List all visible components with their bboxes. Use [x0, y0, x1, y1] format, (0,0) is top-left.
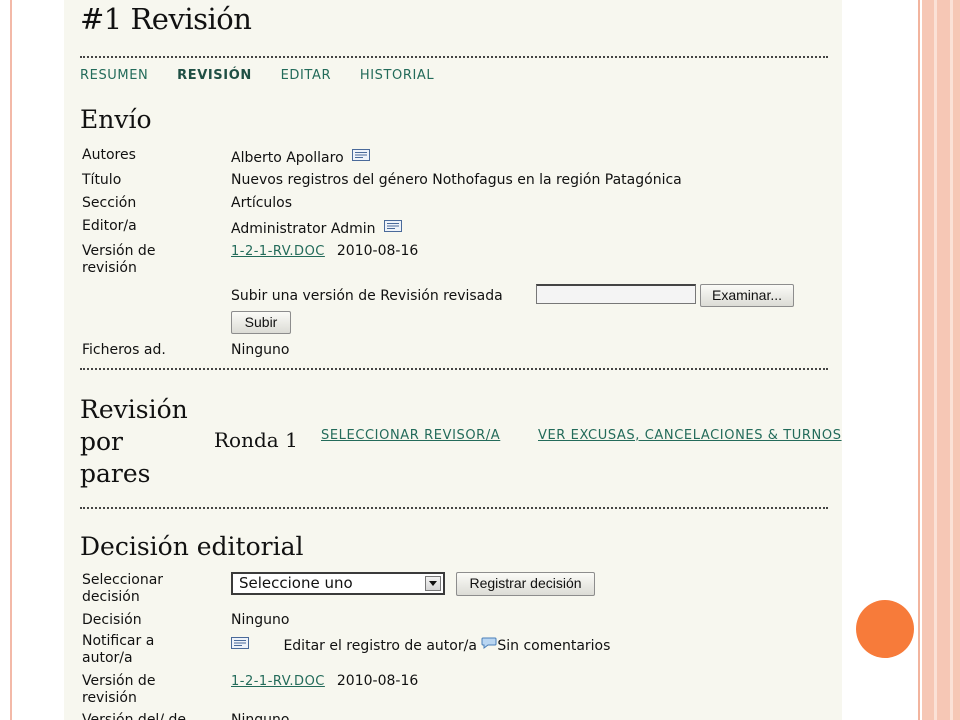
- autores-value: Alberto Apollaro: [231, 149, 371, 167]
- titulo-value: Nuevos registros del género Nothofagus e…: [231, 172, 682, 188]
- decision-revision-file-date: 2010-08-16: [336, 673, 419, 689]
- edit-author-log-link[interactable]: Editar el registro de autor/a: [283, 638, 476, 654]
- upload-submit-button[interactable]: Subir: [231, 311, 291, 334]
- tab-resumen[interactable]: RESUMEN: [80, 68, 148, 83]
- comments-status: Sin comentarios: [497, 638, 611, 654]
- editor-label: Editor/a: [82, 218, 137, 234]
- decision-label: Decisión: [82, 612, 142, 628]
- editor-value: Administrator Admin: [231, 220, 402, 238]
- peer-review-heading-line-3: pares: [80, 459, 151, 488]
- select-reviewer-link[interactable]: SELECCIONAR REVISOR/A: [321, 428, 500, 443]
- email-icon[interactable]: [352, 149, 371, 161]
- decision-value: Ninguno: [231, 612, 290, 628]
- slide-frame-left: [0, 0, 12, 720]
- email-icon[interactable]: [383, 220, 402, 232]
- tab-historial[interactable]: HISTORIAL: [360, 68, 434, 83]
- select-decision-label: Seleccionar decisión: [82, 572, 164, 605]
- decision-version-value: 1-2-1-RV.DOC 2010-08-16: [231, 673, 418, 690]
- cutoff-value: Ninguno: [231, 712, 290, 720]
- excuses-link[interactable]: VER EXCUSAS, CANCELACIONES & TURNOS: [538, 428, 842, 443]
- version-label: Versión de revisión: [82, 243, 156, 276]
- file-upload-input[interactable]: [536, 284, 696, 304]
- register-decision-button[interactable]: Registrar decisión: [456, 572, 595, 596]
- seccion-value: Artículos: [231, 195, 293, 211]
- review-round: Ronda 1: [214, 428, 298, 452]
- tab-revision[interactable]: REVISIÓN: [177, 68, 252, 83]
- email-icon[interactable]: [231, 637, 249, 649]
- seccion-label: Sección: [82, 195, 137, 211]
- tab-editar[interactable]: EDITAR: [281, 68, 332, 83]
- slide-decoration-circle: [856, 600, 914, 658]
- autores-label: Autores: [82, 147, 136, 163]
- revision-file-date: 2010-08-16: [336, 243, 419, 259]
- envio-heading: Envío: [80, 105, 152, 134]
- journal-page: #1 Revisión RESUMEN REVISIÓN EDITAR HIST…: [64, 0, 842, 720]
- section-divider: [80, 368, 828, 370]
- decision-version-label: Versión de revisión: [82, 673, 156, 706]
- ficheros-value: Ninguno: [231, 342, 290, 358]
- peer-review-heading-line-1: Revisión: [80, 395, 188, 424]
- notify-author-row: Editar el registro de autor/a Sin coment…: [231, 637, 610, 655]
- decision-select-value: Seleccione uno: [239, 574, 353, 592]
- page-title: #1 Revisión: [80, 2, 252, 36]
- titulo-label: Título: [82, 172, 122, 188]
- author-name: Alberto Apollaro: [231, 150, 344, 166]
- cutoff-label: Versión del/ de: [82, 712, 186, 720]
- section-divider: [80, 507, 828, 509]
- notify-author-label: Notificar a autor/a: [82, 633, 155, 666]
- decision-heading: Decisión editorial: [80, 532, 304, 561]
- editor-name: Administrator Admin: [231, 221, 376, 237]
- upload-label: Subir una versión de Revisión revisada: [231, 288, 503, 304]
- decision-select[interactable]: Seleccione uno: [231, 572, 445, 595]
- ficheros-label: Ficheros ad.: [82, 342, 166, 358]
- chevron-down-icon[interactable]: [425, 576, 441, 591]
- comment-bubble-icon[interactable]: [481, 637, 497, 649]
- version-value: 1-2-1-RV.DOC 2010-08-16: [231, 243, 418, 260]
- revision-file-link[interactable]: 1-2-1-RV.DOC: [231, 244, 325, 259]
- slide-frame-right: [918, 0, 960, 720]
- submission-tabs: RESUMEN REVISIÓN EDITAR HISTORIAL: [80, 68, 458, 83]
- browse-button[interactable]: Examinar...: [700, 284, 794, 307]
- title-divider: [80, 56, 828, 58]
- peer-review-heading-line-2: por: [80, 427, 124, 456]
- decision-revision-file-link[interactable]: 1-2-1-RV.DOC: [231, 674, 325, 689]
